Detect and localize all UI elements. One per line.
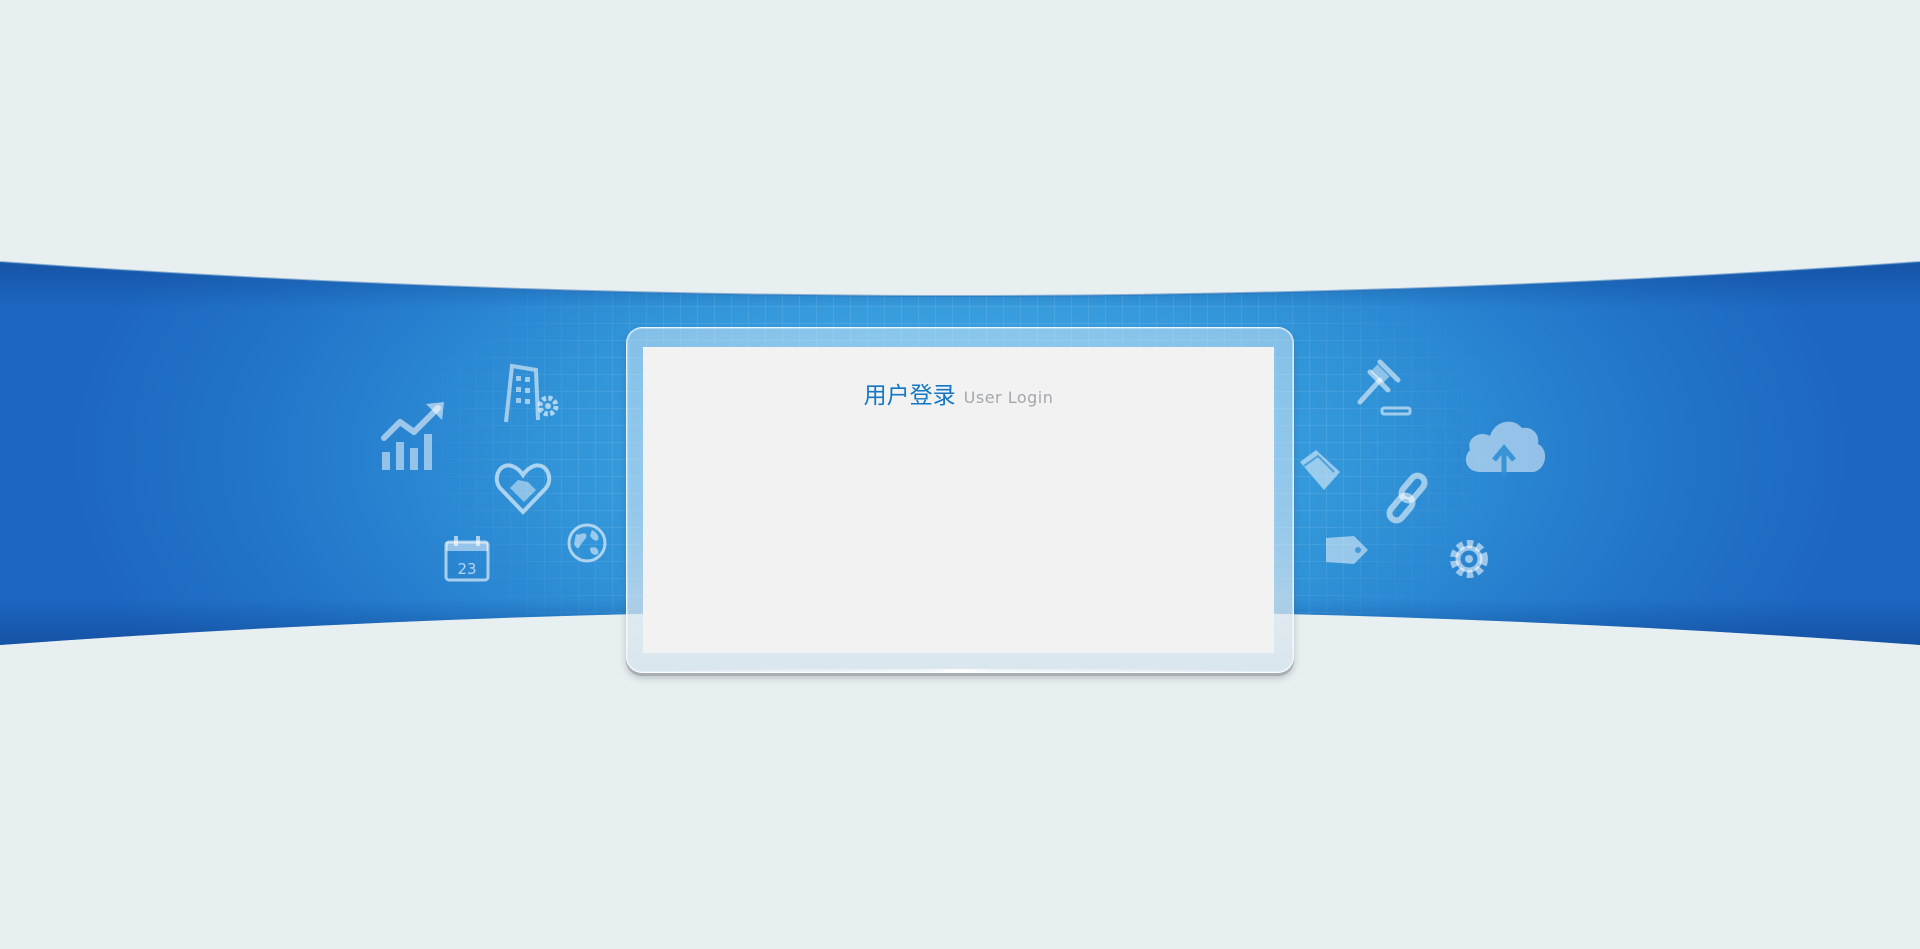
login-title: 用户登录 User Login — [643, 376, 1274, 410]
login-page: 23 用户登录 User Login — [0, 0, 1920, 949]
card-glow-line — [667, 669, 1253, 672]
login-title-cn: 用户登录 — [863, 383, 956, 409]
login-panel: 用户登录 User Login — [643, 347, 1274, 653]
login-title-en: User Login — [963, 388, 1054, 407]
